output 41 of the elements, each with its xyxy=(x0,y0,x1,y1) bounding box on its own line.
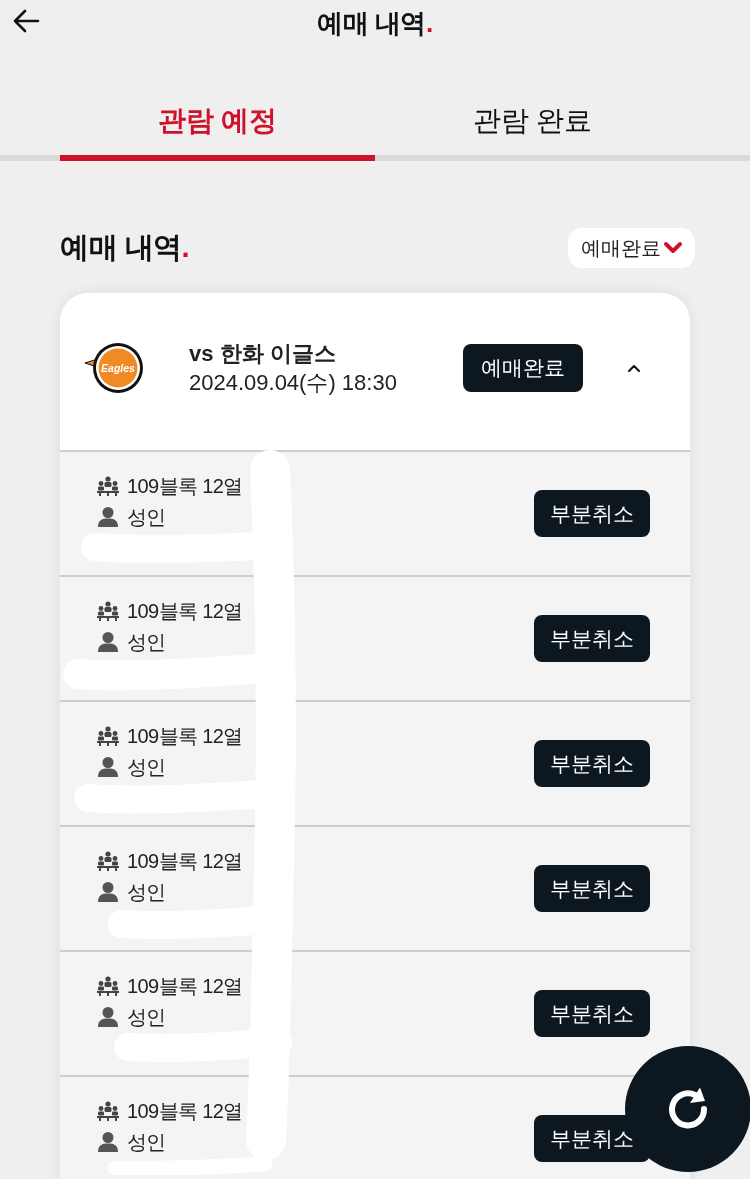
seat-info: 109블록 12열 xyxy=(127,973,243,999)
seats-icon xyxy=(97,476,119,496)
person-icon xyxy=(97,507,119,527)
person-icon xyxy=(97,632,119,652)
tab[interactable]: 관람 완료 xyxy=(375,95,690,161)
caret-icon[interactable] xyxy=(627,363,641,372)
status-filter-dropdown[interactable]: 예매완료 xyxy=(568,228,695,268)
ticket-type: 성인 xyxy=(127,754,166,780)
page-title: 예매 내역. xyxy=(317,6,433,40)
booking-status-badge: 예매완료 xyxy=(463,343,583,392)
seat-info: 109블록 12열 xyxy=(127,598,243,624)
seats-icon xyxy=(97,976,119,996)
partial-cancel-button[interactable]: 부분취소 xyxy=(534,490,650,537)
person-icon xyxy=(97,757,119,777)
person-icon xyxy=(97,882,119,902)
ticket-type: 성인 xyxy=(127,879,166,905)
partial-cancel-button[interactable]: 부분취소 xyxy=(534,865,650,912)
person-icon xyxy=(97,1132,119,1152)
match-datetime: 2024.09.04(수) 18:30 xyxy=(189,368,398,397)
ticket-type: 성인 xyxy=(127,1004,166,1030)
seats-icon xyxy=(97,601,119,621)
chevron-down-icon xyxy=(663,241,683,255)
seat-info: 109블록 12열 xyxy=(127,723,243,749)
partial-cancel-button[interactable]: 부분취소 xyxy=(534,615,650,662)
seat-info: 109블록 12열 xyxy=(127,848,243,874)
seat-info: 109블록 12열 xyxy=(127,1098,243,1124)
person-icon xyxy=(97,1007,119,1027)
seats-icon xyxy=(97,1101,119,1121)
ticket-type: 성인 xyxy=(127,504,166,530)
match-title: vs 한화 이글스 xyxy=(189,339,337,368)
back-arrow-icon[interactable] xyxy=(12,9,40,33)
seats-icon xyxy=(97,851,119,871)
partial-cancel-button[interactable]: 부분취소 xyxy=(534,740,650,787)
seat-info: 109블록 12열 xyxy=(127,473,243,499)
refresh-icon xyxy=(666,1087,710,1131)
seats-icon xyxy=(97,726,119,746)
section-title: 예매 내역. xyxy=(60,230,190,265)
partial-cancel-button[interactable]: 부분취소 xyxy=(534,990,650,1037)
ticket-type: 성인 xyxy=(127,1129,166,1155)
tab[interactable]: 관람 예정 xyxy=(60,95,375,161)
ticket-type: 성인 xyxy=(127,629,166,655)
